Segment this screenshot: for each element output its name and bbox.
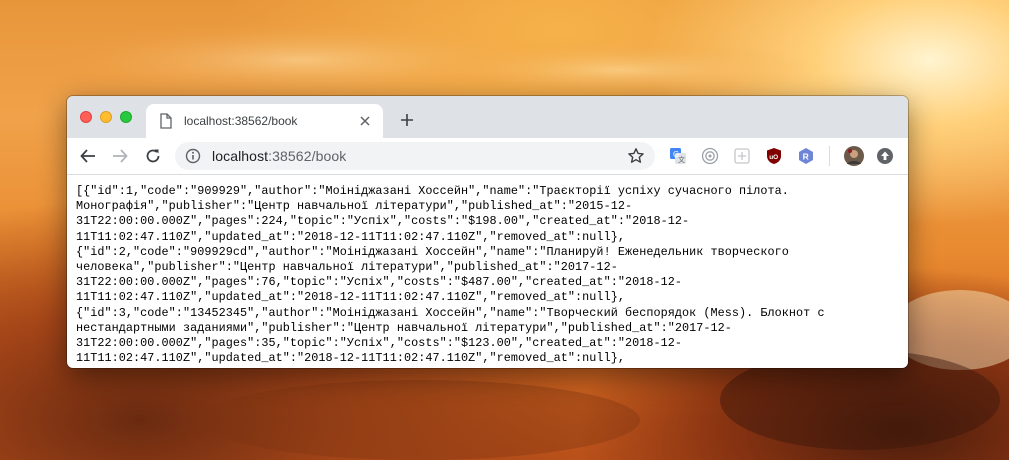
json-line: 11T11:02:47.110Z","updated_at":"2018-12-…	[76, 351, 625, 366]
address-bar[interactable]: localhost:38562/book	[175, 142, 655, 170]
json-line: 11T11:02:47.110Z","updated_at":"2018-12-…	[76, 229, 625, 244]
tab-title: localhost:38562/book	[184, 114, 298, 128]
svg-text:uO: uO	[769, 154, 778, 161]
extension-icon[interactable]	[733, 147, 751, 165]
close-window-button[interactable]	[80, 111, 92, 123]
back-button[interactable]	[78, 146, 98, 166]
tab-strip: localhost:38562/book	[67, 96, 908, 138]
back-arrow-icon	[80, 149, 95, 163]
url-text[interactable]: localhost:38562/book	[212, 148, 627, 164]
forward-button[interactable]	[110, 146, 130, 166]
json-response-text: [{"id":1,"code":"909929","author":"Моінi…	[67, 175, 908, 367]
svg-text:文: 文	[678, 155, 685, 164]
toolbar-divider	[829, 146, 830, 166]
google-translate-icon[interactable]: G文	[669, 147, 687, 165]
plus-icon	[401, 114, 413, 126]
json-line: {"id":3,"code":"13452345","author":"Моін…	[76, 305, 825, 320]
svg-text:R: R	[803, 151, 809, 161]
ublock-icon[interactable]: uO	[765, 147, 783, 165]
json-line: [{"id":1,"code":"909929","author":"Моінi…	[76, 184, 789, 198]
tab-active[interactable]: localhost:38562/book	[146, 104, 383, 138]
json-line: 31T22:00:00.000Z","pages":35,"topic":"Ус…	[76, 336, 682, 351]
update-icon[interactable]	[876, 147, 894, 165]
json-line: 31T22:00:00.000Z","pages":224,"topic":"У…	[76, 214, 690, 229]
avatar[interactable]	[844, 146, 864, 166]
minimize-window-button[interactable]	[100, 111, 112, 123]
new-tab-button[interactable]	[397, 110, 417, 130]
browser-window: localhost:38562/book localhost:38562/boo…	[67, 96, 908, 368]
readability-icon[interactable]	[701, 147, 719, 165]
json-line: 11T11:02:47.110Z","updated_at":"2018-12-…	[76, 290, 625, 305]
forward-arrow-icon	[113, 149, 128, 163]
maximize-window-button[interactable]	[120, 111, 132, 123]
close-tab-icon[interactable]	[357, 113, 373, 129]
r-extension-icon[interactable]: R	[797, 147, 815, 165]
info-icon[interactable]	[185, 148, 201, 164]
window-controls	[80, 111, 132, 123]
reload-icon	[146, 149, 160, 163]
url-path: :38562/book	[268, 148, 347, 164]
json-line: нестандартными заданиями","publisher":"Ц…	[76, 320, 732, 335]
page-icon	[160, 113, 172, 129]
json-line: 31T22:00:00.000Z","pages":76,"topic":"Ус…	[76, 275, 682, 290]
json-line: человека","publisher":"Центр навчальної …	[76, 260, 618, 275]
json-line: {"id":4,"code":"2452346","author":"Моінi…	[76, 366, 908, 367]
json-line: {"id":2,"code":"909929cd","author":"Моін…	[76, 244, 789, 259]
bookmark-star-icon[interactable]	[627, 147, 645, 165]
json-line: Монографія","publisher":"Центр навчально…	[76, 199, 633, 214]
toolbar: localhost:38562/book G文 uO R	[67, 138, 908, 175]
reload-button[interactable]	[143, 146, 163, 166]
url-host: localhost	[212, 148, 269, 164]
